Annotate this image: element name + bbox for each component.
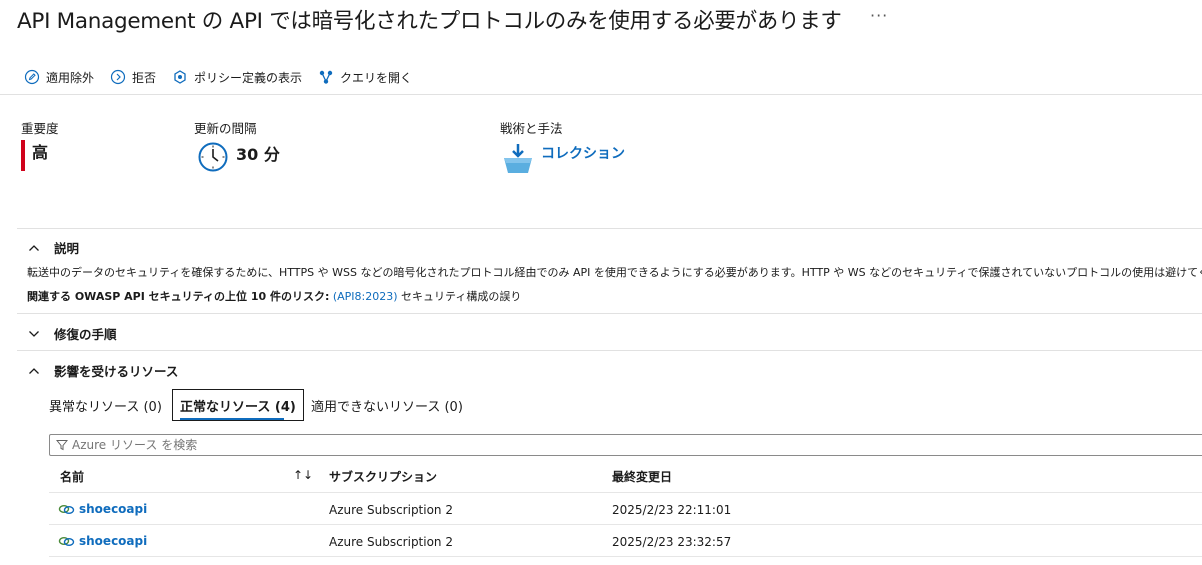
subscription-cell: Azure Subscription 2	[329, 535, 453, 549]
resource-search-box[interactable]	[49, 434, 1202, 456]
table-row: shoecoapi	[58, 502, 147, 516]
open-query-label: クエリを開く	[340, 70, 413, 85]
clock-icon	[198, 142, 228, 172]
more-options-icon[interactable]: ···	[870, 6, 888, 25]
table-row: shoecoapi	[58, 534, 147, 548]
column-header-modified[interactable]: 最終変更日	[612, 468, 672, 485]
active-tab-indicator	[180, 418, 284, 420]
subscription-cell: Azure Subscription 2	[329, 503, 453, 517]
freshness-label: 更新の間隔	[194, 121, 257, 136]
severity-indicator	[21, 140, 25, 171]
divider	[17, 313, 1202, 314]
search-input[interactable]	[68, 437, 474, 453]
freshness-value: 30 分	[236, 145, 280, 164]
collection-icon	[504, 144, 532, 173]
command-bar: 適用除外 拒否 ポリシー定義の表示 クエリを開く	[24, 66, 428, 88]
chevron-circle-icon	[110, 69, 126, 85]
description-text: 転送中のデータのセキュリティを確保するために、HTTPS や WSS などの暗号…	[27, 266, 1202, 279]
remediation-header: 修復の手順	[54, 327, 117, 342]
page-title: API Management の API では暗号化されたプロトコルのみを使用す…	[17, 9, 842, 34]
view-policy-label: ポリシー定義の表示	[194, 70, 303, 85]
pencil-circle-icon	[24, 69, 40, 85]
column-header-name[interactable]: 名前	[60, 468, 84, 485]
affected-section-header[interactable]: 影響を受けるリソース	[28, 361, 178, 380]
owasp-suffix: セキュリティ構成の誤り	[401, 290, 522, 303]
row-separator	[49, 556, 1202, 557]
owasp-link[interactable]: (API8:2023)	[333, 290, 398, 303]
chevron-down-icon	[29, 330, 39, 337]
remediation-section-header[interactable]: 修復の手順	[28, 324, 117, 343]
sort-icon[interactable]: ↑↓	[293, 468, 313, 482]
severity-label: 重要度	[21, 121, 59, 136]
column-header-subscription[interactable]: サブスクリプション	[329, 468, 437, 485]
view-policy-button[interactable]: ポリシー定義の表示	[172, 69, 302, 86]
owasp-line: 関連する OWASP API セキュリティの上位 10 件のリスク: (API8…	[27, 288, 521, 304]
api-icon	[58, 505, 75, 514]
description-header: 説明	[54, 241, 80, 256]
severity-value: 高	[32, 143, 49, 162]
divider	[17, 228, 1202, 229]
divider	[17, 350, 1202, 351]
resource-link[interactable]: shoecoapi	[58, 534, 147, 548]
divider	[0, 94, 1202, 95]
open-query-button[interactable]: クエリを開く	[318, 69, 412, 86]
deny-label: 拒否	[132, 70, 157, 85]
tab-healthy[interactable]: 正常なリソース (4)	[172, 389, 304, 421]
filter-icon	[56, 440, 68, 451]
tab-not-applicable[interactable]: 適用できないリソース (0)	[311, 389, 463, 421]
row-separator	[49, 492, 1202, 493]
chevron-up-icon	[29, 367, 39, 374]
resource-name: shoecoapi	[79, 502, 148, 516]
resource-link[interactable]: shoecoapi	[58, 502, 147, 516]
row-separator	[49, 524, 1202, 525]
exempt-button[interactable]: 適用除外	[24, 69, 94, 86]
description-section-header[interactable]: 説明	[28, 238, 79, 257]
resource-name: shoecoapi	[79, 534, 148, 548]
tab-unhealthy[interactable]: 異常なリソース (0)	[49, 389, 162, 421]
tactics-label: 戦術と手法	[500, 121, 563, 136]
tactics-link[interactable]: コレクション	[541, 143, 625, 163]
query-icon	[319, 70, 333, 84]
api-icon	[58, 537, 75, 546]
affected-header: 影響を受けるリソース	[54, 364, 179, 379]
chevron-up-icon	[29, 244, 39, 251]
owasp-prefix: 関連する OWASP API セキュリティの上位 10 件のリスク:	[27, 290, 330, 303]
policy-icon	[174, 70, 186, 84]
exempt-label: 適用除外	[46, 70, 95, 85]
modified-cell: 2025/2/23 23:32:57	[612, 535, 732, 549]
modified-cell: 2025/2/23 22:11:01	[612, 503, 732, 517]
deny-button[interactable]: 拒否	[110, 69, 156, 86]
